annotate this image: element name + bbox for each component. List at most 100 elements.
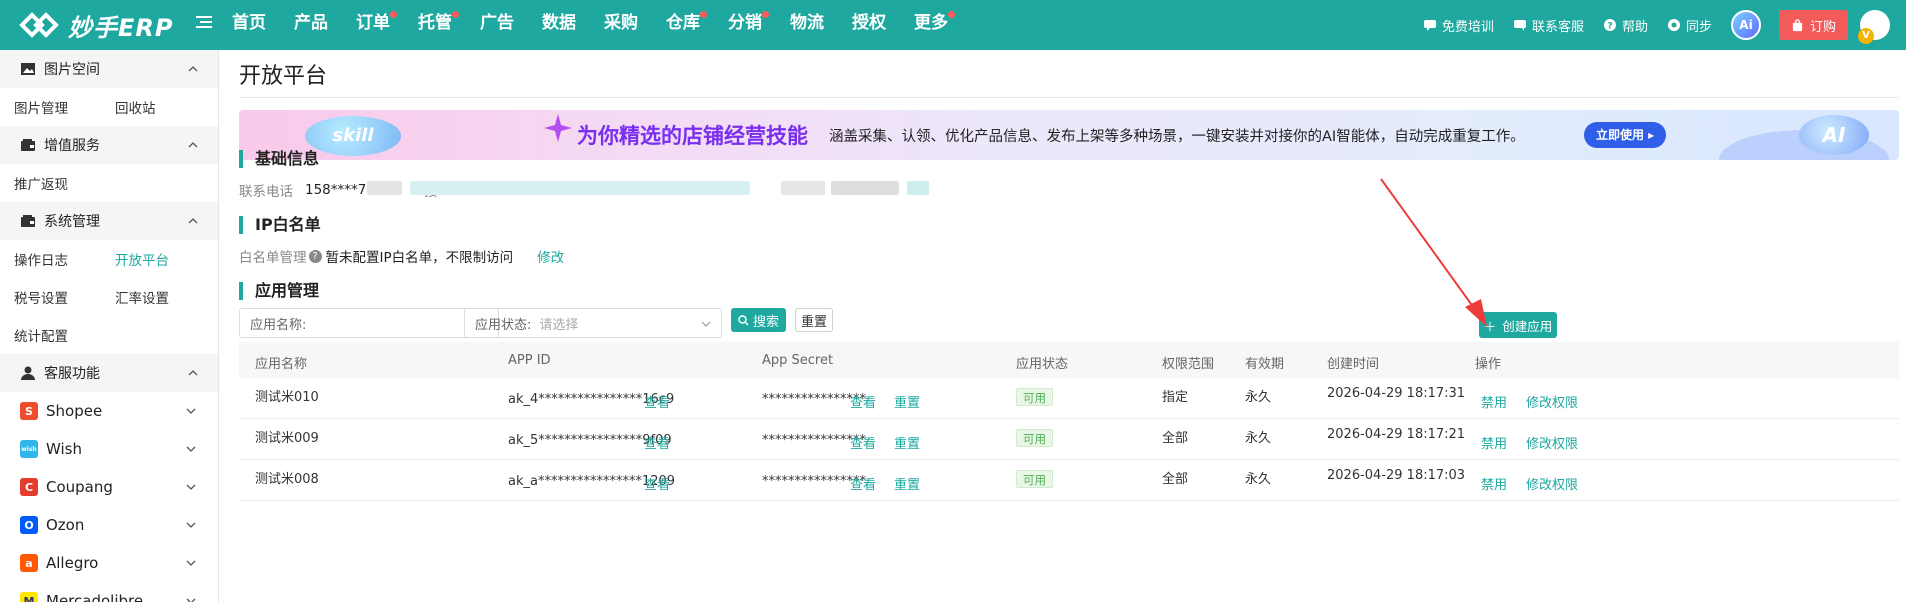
app-status-filter[interactable]: 应用状态: 请选择: [464, 308, 722, 338]
skill-banner[interactable]: skill 为你精选的店铺经营技能 涵盖采集、认领、优化产品信息、发布上架等多种…: [239, 110, 1899, 160]
nav-item[interactable]: 首页: [232, 0, 294, 50]
sidebar-item-recycle-bin[interactable]: 回收站: [101, 97, 202, 117]
logo[interactable]: 妙手ERP: [18, 6, 173, 44]
platform-name: Mercadolibre: [46, 592, 144, 602]
nav-item[interactable]: 仓库: [666, 0, 728, 50]
edit-permission-link[interactable]: 修改权限: [1526, 474, 1578, 493]
sidebar-platform[interactable]: O Ozon: [0, 506, 218, 544]
banner-description: 涵盖采集、认领、优化产品信息、发布上架等多种场景，一键安装并对接你的AI智能体，…: [829, 129, 1525, 145]
chevron-up-icon: [188, 66, 198, 72]
platform-name: Coupang: [46, 478, 113, 496]
platform-logo-icon: a: [20, 554, 38, 572]
disable-link[interactable]: 禁用: [1481, 433, 1507, 452]
chevron-up-icon: [188, 218, 198, 224]
free-training-link[interactable]: 免费培训: [1423, 16, 1494, 35]
nav-item-label: 仓库: [666, 13, 700, 33]
sidebar-item-tax-settings[interactable]: 税号设置: [0, 287, 101, 307]
col-header-actions: 操作: [1475, 357, 1502, 372]
nav-item[interactable]: 更多: [914, 0, 976, 50]
status-badge: 可用: [1016, 429, 1053, 447]
col-header-secret: App Secret: [762, 353, 834, 368]
whitelist-edit-link[interactable]: 修改: [537, 246, 564, 266]
sidebar-item-exchange-rate[interactable]: 汇率设置: [101, 287, 202, 307]
chevron-down-icon: [186, 484, 196, 490]
table-row: 测试米010 ak_4****************16c9 查看 ********…: [239, 378, 1899, 419]
message-icon: [1513, 20, 1526, 31]
sidebar-platform[interactable]: wish Wish: [0, 430, 218, 468]
chevron-up-icon: [188, 142, 198, 148]
view-app-id-link[interactable]: 查看: [644, 474, 670, 493]
wallet-icon: [21, 215, 35, 227]
nav-item[interactable]: 托管: [418, 0, 480, 50]
sidebar-platform[interactable]: S Shopee: [0, 392, 218, 430]
free-training-label: 免费培训: [1441, 19, 1494, 35]
sidebar-group-label: 图片空间: [44, 62, 100, 78]
user-avatar[interactable]: V: [1858, 10, 1890, 44]
sync-icon: [1667, 19, 1680, 31]
basic-info-row: 联系电话 158****7244 接: [239, 180, 438, 200]
view-app-id-link[interactable]: 查看: [644, 392, 670, 411]
nav-item[interactable]: 采购: [604, 0, 666, 50]
sidebar-group-value-service[interactable]: 增值服务: [0, 126, 218, 164]
sidebar-group-customer-service[interactable]: 客服功能: [0, 354, 218, 392]
sidebar-item-image-manage[interactable]: 图片管理: [0, 97, 101, 117]
nav-item[interactable]: 物流: [790, 0, 852, 50]
platform-logo-icon: O: [20, 516, 38, 534]
sidebar-item-stats-config[interactable]: 统计配置: [0, 325, 101, 345]
sidebar-row: 税号设置 汇率设置: [0, 278, 218, 316]
sidebar-item-operation-log[interactable]: 操作日志: [0, 249, 101, 269]
order-button[interactable]: 订购: [1778, 10, 1848, 40]
contact-service-link[interactable]: 联系客服: [1513, 16, 1584, 35]
edit-permission-link[interactable]: 修改权限: [1526, 392, 1578, 411]
platform-name: Shopee: [46, 402, 103, 420]
help-link[interactable]: ? 帮助: [1603, 16, 1648, 35]
nav-item[interactable]: 产品: [294, 0, 356, 50]
sidebar-platform[interactable]: C Coupang: [0, 468, 218, 506]
chevron-up-icon: [188, 370, 198, 376]
cell-scope: 指定: [1162, 390, 1189, 405]
reset-secret-link[interactable]: 重置: [894, 433, 920, 452]
sidebar-platform[interactable]: a Allegro: [0, 544, 218, 582]
sidebar-platform[interactable]: M Mercadolibre: [0, 582, 218, 602]
table-row: 测试米009 ak_5****************9f09 查看 ********…: [239, 419, 1899, 460]
sidebar-group-image-space[interactable]: 图片空间: [0, 50, 218, 88]
sync-label: 同步: [1685, 19, 1712, 35]
sidebar-group-label: 客服功能: [44, 366, 100, 382]
nav-item[interactable]: 广告: [480, 0, 542, 50]
main-nav: 首页 产品 订单 托管 广告 数据 采购 仓库 分销 物流 授权 更多: [232, 0, 976, 50]
platform-list: S Shopee wish Wish C Coupang O Ozon a Allegro M Mer…: [0, 392, 218, 602]
sidebar-item-open-platform[interactable]: 开放平台: [101, 249, 202, 269]
ai-assistant-button[interactable]: Ai: [1730, 10, 1761, 40]
view-secret-link[interactable]: 查看: [850, 474, 876, 493]
col-header-app-id: APP ID: [508, 353, 551, 368]
search-button[interactable]: 搜索: [731, 308, 786, 332]
view-secret-link[interactable]: 查看: [850, 433, 876, 452]
nav-item[interactable]: 分销: [728, 0, 790, 50]
nav-item[interactable]: 授权: [852, 0, 914, 50]
edit-permission-link[interactable]: 修改权限: [1526, 433, 1578, 452]
blurred-text: [367, 181, 402, 195]
reset-button[interactable]: 重置: [795, 308, 833, 332]
svg-text:?: ?: [1607, 22, 1612, 32]
logo-mark-icon: [19, 12, 59, 38]
chevron-down-icon: [186, 408, 196, 414]
sidebar-group-system[interactable]: 系统管理: [0, 202, 218, 240]
nav-item[interactable]: 数据: [542, 0, 604, 50]
sync-link[interactable]: 同步: [1667, 16, 1712, 35]
cell-created: 2026-04-29 18:17:31: [1327, 386, 1466, 401]
disable-link[interactable]: 禁用: [1481, 474, 1507, 493]
whitelist-status: 暂未配置IP白名单，不限制访问: [325, 250, 514, 266]
apps-table: 应用名称 APP ID App Secret 应用状态 权限范围 有效期 创建时…: [239, 342, 1899, 501]
nav-item[interactable]: 订单: [356, 0, 418, 50]
sidebar-item-referral[interactable]: 推广返现: [0, 173, 101, 193]
app-name-filter[interactable]: 应用名称:: [239, 308, 499, 338]
reset-secret-link[interactable]: 重置: [894, 392, 920, 411]
menu-toggle-icon[interactable]: [196, 15, 212, 29]
view-secret-link[interactable]: 查看: [850, 392, 876, 411]
help-icon[interactable]: ?: [308, 249, 322, 263]
view-app-id-link[interactable]: 查看: [644, 433, 670, 452]
use-now-button[interactable]: 立即使用 ▸: [1584, 122, 1667, 148]
platform-name: Wish: [46, 440, 82, 458]
disable-link[interactable]: 禁用: [1481, 392, 1507, 411]
reset-secret-link[interactable]: 重置: [894, 474, 920, 493]
